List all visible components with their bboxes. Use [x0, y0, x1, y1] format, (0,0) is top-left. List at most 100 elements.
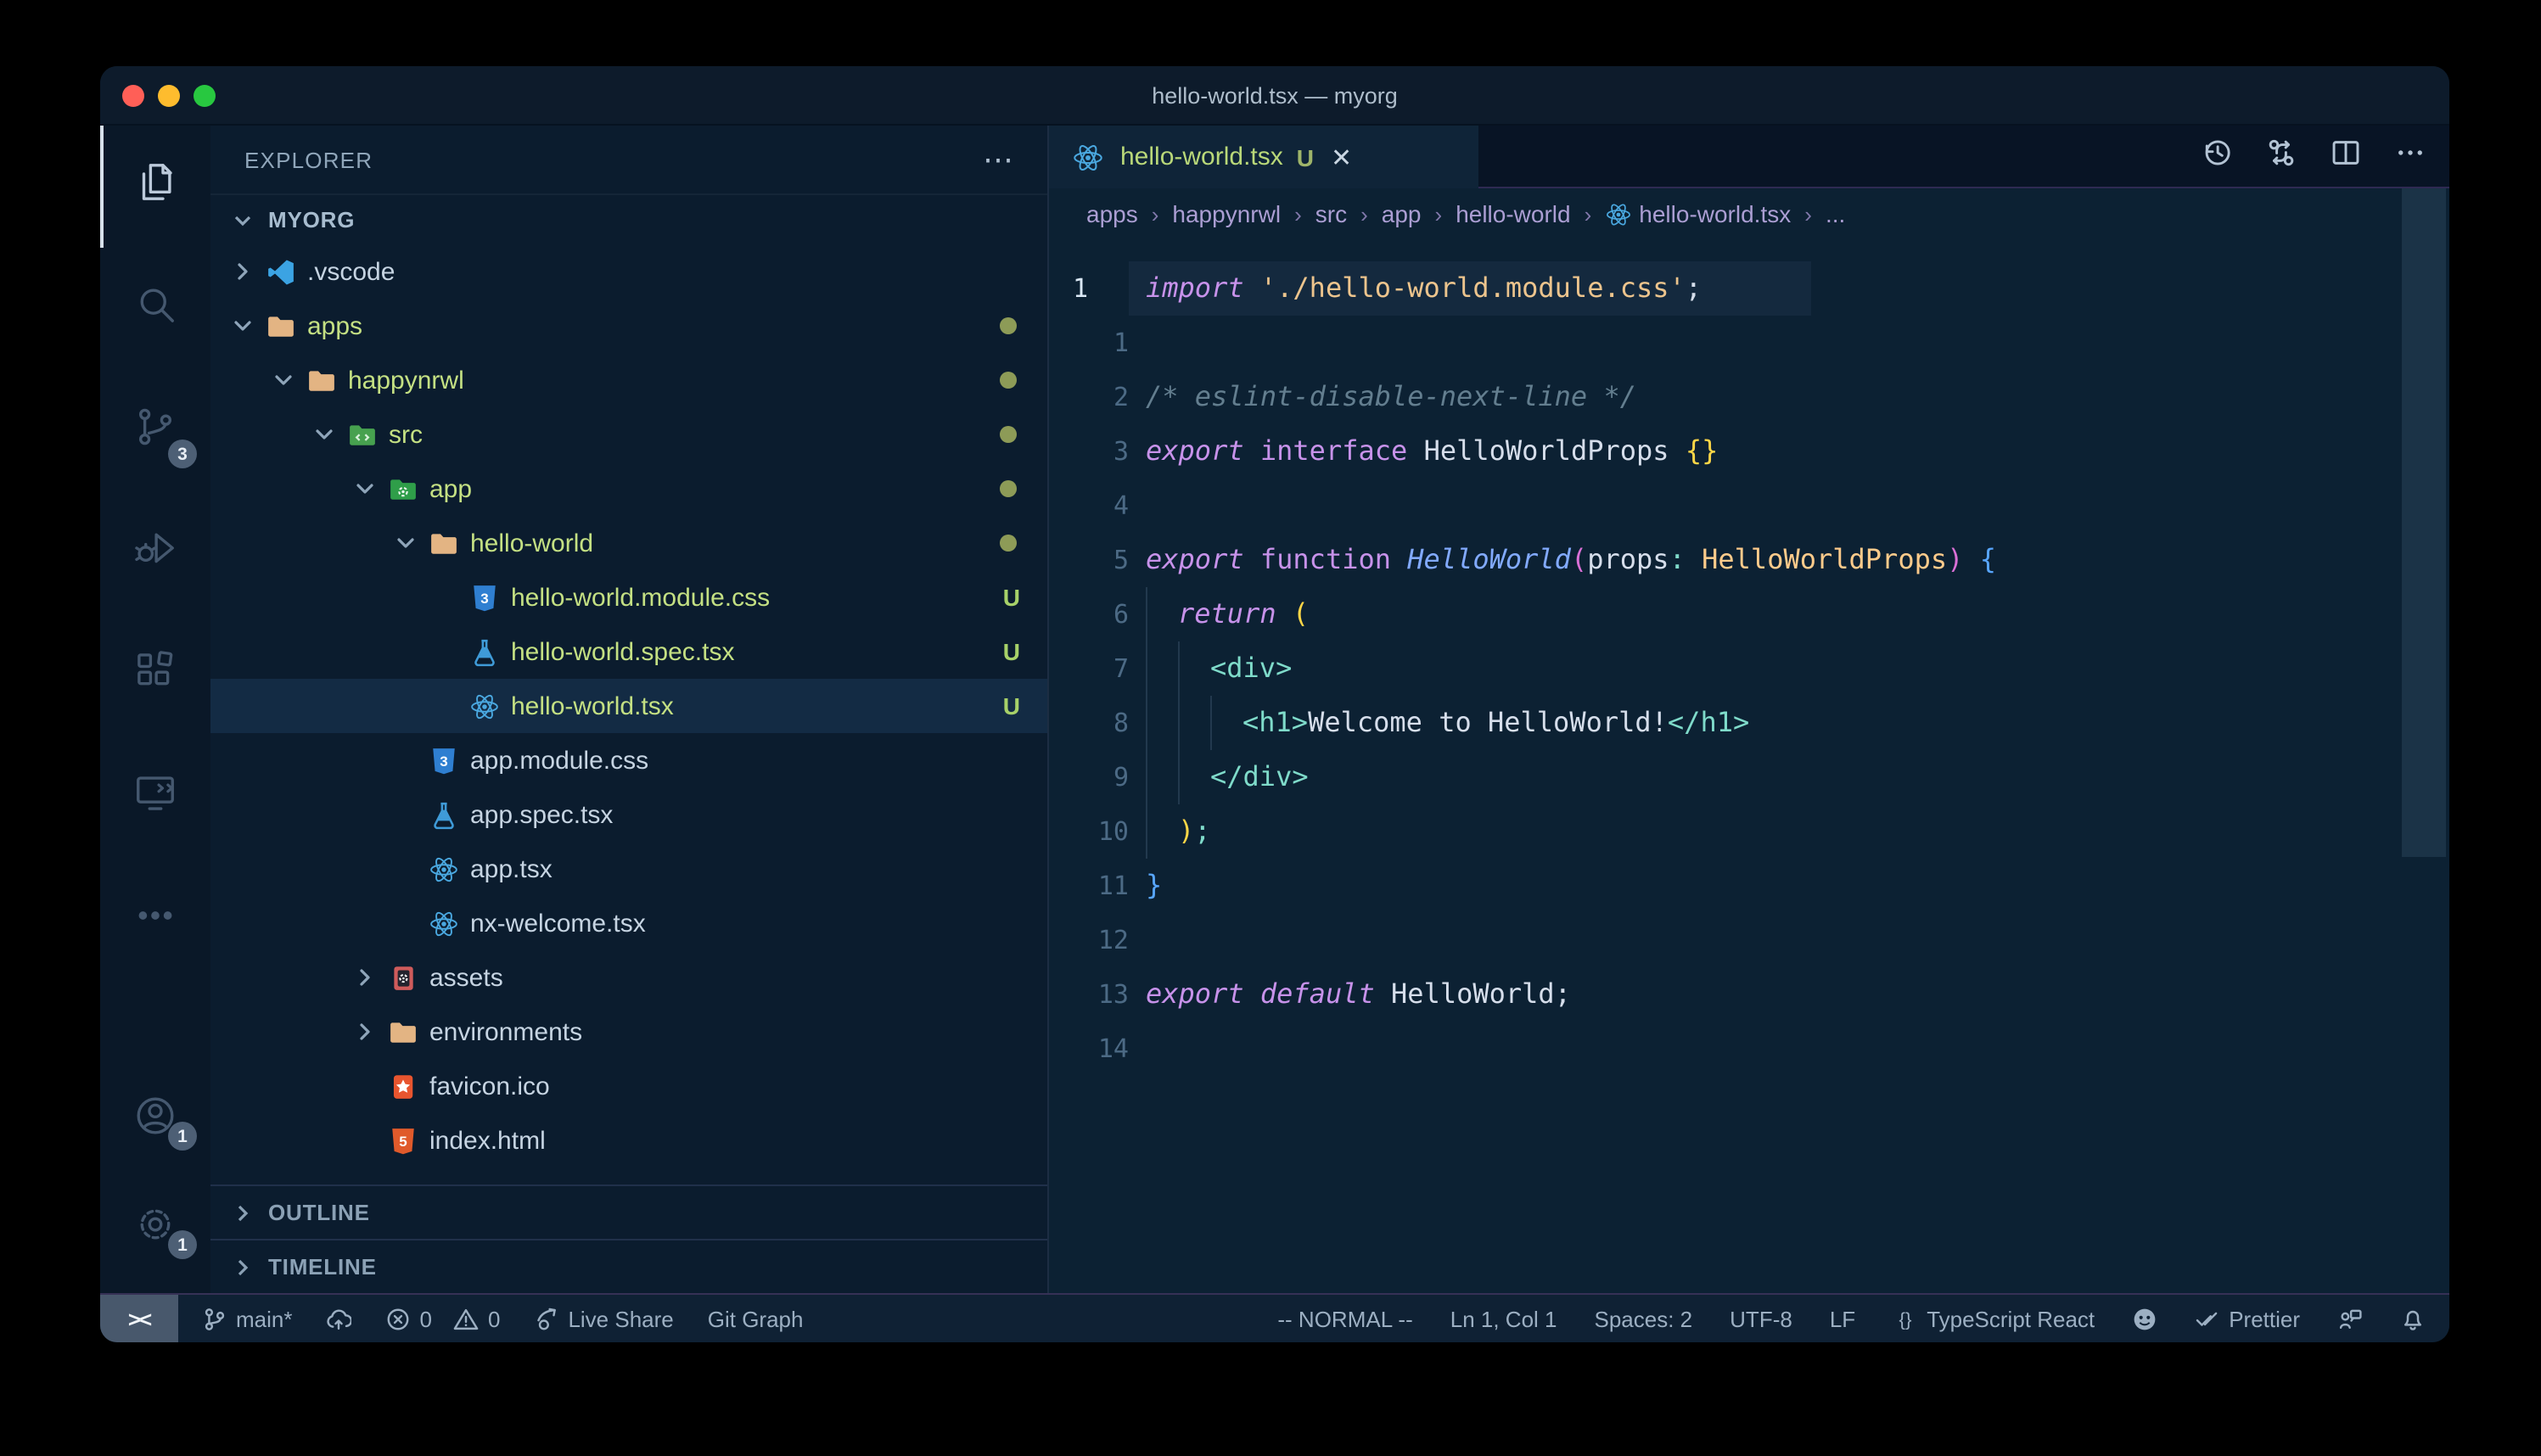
tree-item-hello-world-module-css[interactable]: 3hello-world.module.cssU [210, 570, 1047, 624]
activity-item-search[interactable] [100, 248, 210, 370]
tree-item-hello-world-tsx[interactable]: hello-world.tsxU [210, 679, 1047, 733]
code-line[interactable]: 5export function HelloWorld(props: Hello… [1049, 533, 2449, 587]
code-line[interactable]: 8 <h1>Welcome to HelloWorld!</h1> [1049, 696, 2449, 750]
code-line[interactable]: 6 return ( [1049, 587, 2449, 641]
chevron-right-icon [346, 964, 384, 991]
code-line[interactable]: 4 [1049, 479, 2449, 533]
code-line[interactable]: 7 <div> [1049, 641, 2449, 696]
tree-item-app-spec-tsx[interactable]: app.spec.tsx [210, 787, 1047, 842]
status-item-github[interactable] [2132, 1306, 2157, 1331]
tree-item-environments[interactable]: environments [210, 1005, 1047, 1059]
activity-item-extensions[interactable] [100, 614, 210, 736]
activity-item-settings[interactable]: 1 [100, 1174, 210, 1283]
code-line[interactable]: 13export default HelloWorld; [1049, 967, 2449, 1022]
window-title: hello-world.tsx — myorg [100, 82, 2449, 108]
code-line[interactable]: 3export interface HelloWorldProps {} [1049, 424, 2449, 479]
status-item-publish-changes[interactable] [327, 1306, 352, 1331]
code-line[interactable]: 1 [1049, 316, 2449, 370]
timeline-label: TIMELINE [268, 1254, 377, 1280]
status-item-feedback[interactable] [2337, 1306, 2363, 1331]
react-icon [1605, 201, 1630, 227]
bell-icon [2400, 1306, 2426, 1331]
status-bar: >< main* 00 Live Share Git Graph -- NORMAL … [100, 1293, 2449, 1342]
accounts-badge: 1 [168, 1122, 197, 1151]
status-item-prettier[interactable]: Prettier [2195, 1306, 2300, 1331]
tree-item-app-module-css[interactable]: 3app.module.css [210, 733, 1047, 787]
editor-toolbar [2202, 126, 2449, 187]
more-icon[interactable] [2395, 137, 2426, 176]
tree-item-happynrwl[interactable]: happynrwl [210, 353, 1047, 407]
code-line[interactable]: 12 [1049, 913, 2449, 967]
status-item-git-graph[interactable]: Git Graph [708, 1306, 804, 1331]
tree-item--vscode[interactable]: .vscode [210, 244, 1047, 299]
tree-item-label: app.tsx [470, 854, 553, 883]
activity-item-source-control[interactable]: 3 [100, 370, 210, 492]
tree-item-apps[interactable]: apps [210, 299, 1047, 353]
status-item-notifications[interactable] [2400, 1306, 2426, 1331]
activity-item-remote-explorer[interactable] [100, 736, 210, 859]
tree-item-label: hello-world.tsx [511, 692, 674, 720]
tree-item-hello-world-spec-tsx[interactable]: hello-world.spec.tsxU [210, 624, 1047, 679]
code-line[interactable]: 9 </div> [1049, 750, 2449, 804]
tree-item-label: hello-world.spec.tsx [511, 637, 734, 666]
code-line[interactable]: 2/* eslint-disable-next-line */ [1049, 370, 2449, 424]
split-icon[interactable] [2331, 137, 2361, 176]
code-line[interactable]: 14 [1049, 1022, 2449, 1076]
folder-icon [424, 529, 462, 557]
test-icon [424, 800, 462, 829]
timeline-section-header[interactable]: TIMELINE [210, 1239, 1047, 1293]
tree-item-nx-welcome-tsx[interactable]: nx-welcome.tsx [210, 896, 1047, 950]
activity-item-accounts[interactable]: 1 [100, 1066, 210, 1174]
compare-icon[interactable] [2266, 137, 2297, 176]
activity-item-explorer[interactable] [100, 126, 210, 248]
status-item-eol[interactable]: LF [1830, 1306, 1855, 1331]
breadcrumb-item--[interactable]: ... [1826, 200, 1845, 227]
status-item-git-branch[interactable]: main* [202, 1306, 293, 1331]
feedback-icon [2337, 1306, 2363, 1331]
vscode-icon [261, 257, 299, 286]
status-item-live-share[interactable]: Live Share [534, 1306, 673, 1331]
views-and-more-actions-icon[interactable]: ⋯ [983, 151, 1017, 168]
share-icon [534, 1306, 559, 1331]
breadcrumb-item-hello-world-tsx[interactable]: hello-world.tsx [1605, 200, 1791, 227]
code-editor[interactable]: 1import './hello-world.module.css';12/* … [1049, 239, 2449, 1293]
git-untracked-badge: U [1003, 584, 1020, 611]
code-line[interactable]: 11} [1049, 859, 2449, 913]
close-tab-icon[interactable]: ✕ [1331, 142, 1352, 172]
tree-item-app[interactable]: app [210, 462, 1047, 516]
outline-section-header[interactable]: OUTLINE [210, 1184, 1047, 1239]
tab-hello-world-tsx[interactable]: hello-world.tsx U ✕ [1049, 126, 1478, 188]
editor-scrollbar[interactable] [2402, 188, 2446, 857]
line-number: 1 [1049, 261, 1129, 316]
workspace-section-header[interactable]: MYORG [210, 193, 1047, 244]
breadcrumb-item-hello-world[interactable]: hello-world [1456, 200, 1570, 227]
status-item-encoding[interactable]: UTF-8 [1730, 1306, 1792, 1331]
breadcrumb-item-apps[interactable]: apps [1086, 200, 1138, 227]
status-item-language-mode[interactable]: {}TypeScript React [1893, 1306, 2095, 1331]
tree-item-index-html[interactable]: 5index.html [210, 1113, 1047, 1168]
code-line-current[interactable]: 1import './hello-world.module.css'; [1049, 261, 2449, 316]
history-icon[interactable] [2202, 137, 2232, 176]
code-line[interactable]: 10 ); [1049, 804, 2449, 859]
tree-item-favicon-ico[interactable]: favicon.ico [210, 1059, 1047, 1113]
tree-item-app-tsx[interactable]: app.tsx [210, 842, 1047, 896]
github-icon [2132, 1306, 2157, 1331]
status-item-indentation[interactable]: Spaces: 2 [1595, 1306, 1693, 1331]
tree-item-assets[interactable]: assets [210, 950, 1047, 1005]
chevron-right-icon [224, 1199, 261, 1226]
breadcrumb-item-src[interactable]: src [1315, 200, 1347, 227]
tree-item-src[interactable]: src [210, 407, 1047, 462]
breadcrumb-item-app[interactable]: app [1382, 200, 1422, 227]
chevron-right-icon [346, 1018, 384, 1045]
tree-item-hello-world[interactable]: hello-world [210, 516, 1047, 570]
activity-bar: 3 1 1 [100, 126, 210, 1293]
status-item-vim-mode[interactable]: -- NORMAL -- [1277, 1306, 1412, 1331]
status-item-problems[interactable]: 00 [386, 1306, 501, 1331]
activity-item-run-debug[interactable] [100, 492, 210, 614]
activity-item-more-views[interactable] [100, 859, 210, 981]
breadcrumb-item-happynrwl[interactable]: happynrwl [1172, 200, 1281, 227]
status-item-cursor-position[interactable]: Ln 1, Col 1 [1450, 1306, 1557, 1331]
remote-indicator[interactable]: >< [100, 1295, 178, 1342]
git-modified-dot [1000, 317, 1017, 334]
css-icon: 3 [424, 746, 462, 775]
